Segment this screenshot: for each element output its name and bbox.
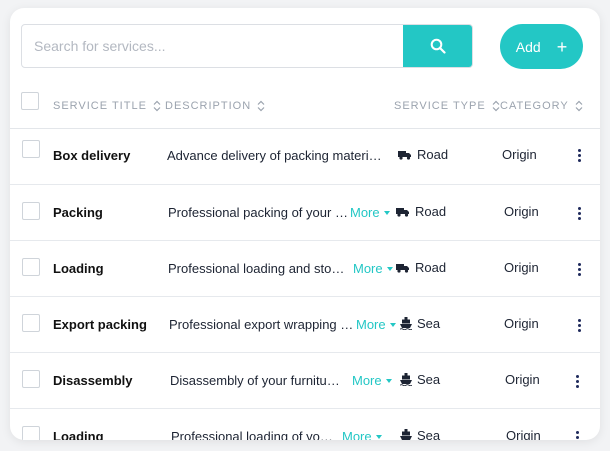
service-title: Disassembly [53,373,133,388]
sort-icon [257,100,265,112]
service-type: Sea [400,316,440,331]
add-button[interactable]: Add + [500,24,583,69]
table-row[interactable]: Export packing Professional export wrapp… [10,296,600,353]
service-title: Packing [53,205,103,220]
service-type: Road [398,147,448,162]
ship-icon [400,429,412,440]
truck-icon [396,263,409,273]
table-row[interactable]: Disassembly Disassembly of your furnitur… [10,352,600,409]
search-button[interactable] [403,25,472,67]
header-service-title[interactable]: SERVICE TITLE [53,100,161,112]
caret-down-icon [375,434,382,439]
row-menu-icon[interactable] [578,263,582,276]
service-description: Professional loading and stowi... [168,261,351,276]
row-menu-icon[interactable] [576,431,580,440]
table-row[interactable]: Loading Professional loading of your ...… [10,408,600,440]
service-category: Origin [504,260,539,275]
row-checkbox[interactable] [22,258,40,276]
service-title: Loading [53,261,104,276]
row-menu-icon[interactable] [578,149,582,162]
row-checkbox[interactable] [22,314,40,332]
search-box [21,24,473,68]
truck-icon [396,207,409,217]
service-description: Professional export wrapping o ... [169,317,354,332]
service-description: Professional loading of your ... [171,429,339,440]
more-toggle[interactable]: More [356,317,396,332]
sort-icon [492,100,500,112]
sort-icon [575,100,583,112]
service-category: Origin [505,372,540,387]
header-category[interactable]: CATEGORY [500,100,583,112]
service-category: Origin [504,316,539,331]
header-description[interactable]: DESCRIPTION [165,100,265,112]
caret-down-icon [389,322,396,327]
more-toggle[interactable]: More [353,261,393,276]
table-row[interactable]: Loading Professional loading and stowi..… [10,240,600,297]
caret-down-icon [385,378,392,383]
row-menu-icon[interactable] [576,375,580,388]
service-title: Box delivery [53,148,131,163]
table-row[interactable]: Packing Professional packing of your h..… [10,184,600,241]
service-type: Sea [400,372,440,387]
more-toggle[interactable]: More [342,429,382,440]
service-title: Loading [53,429,104,440]
row-menu-icon[interactable] [578,319,582,332]
table-row[interactable]: Box delivery Advance delivery of packing… [10,128,600,185]
search-icon [430,38,446,54]
row-checkbox[interactable] [22,140,40,158]
caret-down-icon [386,266,393,271]
add-button-label: Add [515,38,541,55]
service-category: Origin [504,204,539,219]
truck-icon [398,150,411,160]
service-type: Road [396,260,446,275]
more-toggle[interactable]: More [352,373,392,388]
row-checkbox[interactable] [22,426,40,440]
service-type: Road [396,204,446,219]
more-toggle[interactable]: More [350,205,390,220]
header-service-type[interactable]: SERVICE TYPE [394,100,500,112]
ship-icon [400,373,412,386]
search-input[interactable] [22,25,394,67]
plus-icon: + [556,36,568,57]
service-description: Professional packing of your h... [168,205,348,220]
table-header: SERVICE TITLE DESCRIPTION SERVICE TYPE C… [10,88,600,129]
service-description: Disassembly of your furniture... [170,373,342,388]
service-title: Export packing [53,317,147,332]
caret-down-icon [383,210,390,215]
service-category: Origin [506,428,541,440]
row-checkbox[interactable] [22,370,40,388]
row-menu-icon[interactable] [578,207,582,220]
service-type: Sea [400,428,440,440]
services-card: Add + SERVICE TITLE DESCRIPTION SERVICE … [10,8,600,440]
ship-icon [400,317,412,330]
service-category: Origin [502,147,537,162]
select-all-checkbox[interactable] [21,92,39,110]
row-checkbox[interactable] [22,202,40,220]
sort-icon [153,100,161,112]
service-description: Advance delivery of packing materials [167,148,382,163]
